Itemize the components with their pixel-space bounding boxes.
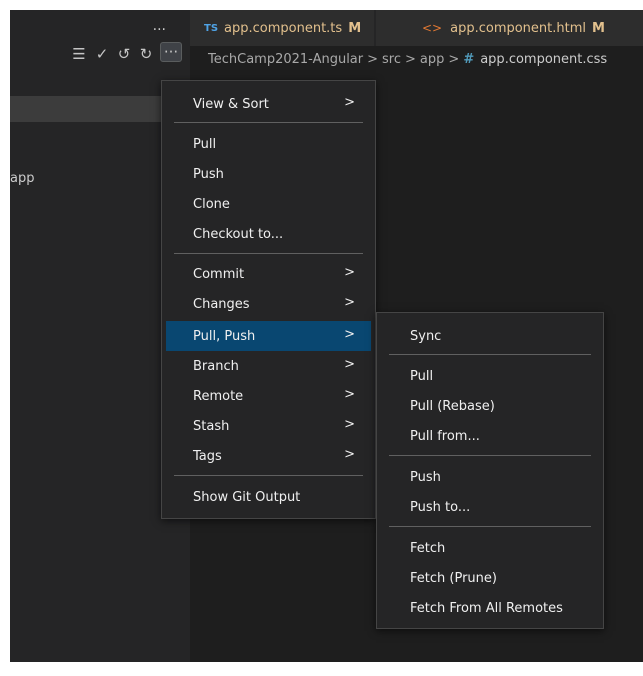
- chevron-right-icon: >: [344, 265, 355, 280]
- tab-app-component-ts[interactable]: TS app.component.ts M: [190, 10, 374, 46]
- menu-item-label: Checkout to...: [193, 226, 284, 242]
- menu-item-pull-push[interactable]: Pull, Push >: [166, 321, 371, 351]
- menu-item-push[interactable]: Push: [166, 159, 371, 189]
- menu-item-label: Pull from...: [410, 428, 480, 444]
- submenu-item-fetch-prune[interactable]: Fetch (Prune): [381, 563, 599, 593]
- submenu-item-pull-rebase[interactable]: Pull (Rebase): [381, 391, 599, 421]
- menu-item-label: Branch: [193, 358, 239, 374]
- chevron-right-icon: >: [344, 295, 355, 310]
- tab-label: app.component.ts: [224, 20, 343, 36]
- menu-item-label: Changes: [193, 296, 250, 312]
- source-control-toolbar: ☰ ✓ ↺ ↻ ···: [10, 42, 190, 66]
- menu-item-label: Remote: [193, 388, 244, 404]
- menu-item-label: Tags: [193, 448, 222, 464]
- submenu-item-push[interactable]: Push: [381, 462, 599, 492]
- menu-item-show-git-output[interactable]: Show Git Output: [166, 482, 371, 512]
- refresh-icon[interactable]: ↻: [137, 44, 155, 64]
- menu-item-pull[interactable]: Pull: [166, 129, 371, 159]
- menu-item-checkout[interactable]: Checkout to...: [166, 219, 371, 249]
- menu-item-label: Clone: [193, 196, 230, 212]
- window-frame-top: [0, 0, 643, 10]
- tab-app-component-html[interactable]: <> app.component.html M: [376, 10, 643, 46]
- submenu-item-sync[interactable]: Sync: [381, 321, 599, 351]
- chevron-right-icon: >: [344, 327, 355, 342]
- typescript-icon: TS: [204, 22, 219, 34]
- menu-item-branch[interactable]: Branch >: [166, 351, 371, 381]
- menu-item-label: Show Git Output: [193, 489, 301, 505]
- sidebar-more-icon[interactable]: ···: [153, 22, 166, 38]
- menu-item-commit[interactable]: Commit >: [166, 259, 371, 289]
- breadcrumb-separator: >: [367, 51, 379, 67]
- menu-item-label: Fetch (Prune): [410, 570, 497, 586]
- modified-indicator: M: [348, 20, 362, 36]
- pull-push-submenu: Sync Pull Pull (Rebase) Pull from... Pus…: [376, 312, 604, 629]
- menu-separator: [174, 475, 363, 476]
- tree-view-icon[interactable]: ☰: [70, 44, 88, 64]
- menu-item-label: Push: [193, 166, 224, 182]
- submenu-item-fetch[interactable]: Fetch: [381, 533, 599, 563]
- sidebar-header: ···: [10, 10, 190, 42]
- breadcrumb-app[interactable]: app: [420, 52, 444, 67]
- breadcrumb-src[interactable]: src: [382, 52, 401, 67]
- repository-label: app: [10, 171, 35, 186]
- chevron-right-icon: >: [344, 357, 355, 372]
- submenu-item-fetch-all-remotes[interactable]: Fetch From All Remotes: [381, 593, 599, 623]
- menu-item-label: Pull (Rebase): [410, 398, 495, 414]
- menu-item-label: Commit: [193, 266, 245, 282]
- breadcrumb-separator: >: [448, 51, 460, 67]
- menu-separator: [389, 526, 591, 527]
- menu-item-label: Fetch From All Remotes: [410, 600, 563, 616]
- menu-item-label: Stash: [193, 418, 230, 434]
- more-actions-menu: View & Sort > Pull Push Clone Checkout t…: [161, 80, 376, 519]
- tab-label: app.component.html: [450, 20, 586, 36]
- window-frame-bottom: [0, 662, 643, 676]
- menu-item-label: Push: [410, 469, 441, 485]
- modified-indicator: M: [592, 20, 605, 36]
- breadcrumb-file[interactable]: app.component.css: [480, 52, 607, 67]
- menu-separator: [174, 253, 363, 254]
- menu-item-label: View & Sort: [193, 96, 269, 112]
- css-file-icon: #: [463, 51, 475, 67]
- chevron-right-icon: >: [344, 95, 355, 110]
- menu-item-label: Push to...: [410, 499, 471, 515]
- check-icon[interactable]: ✓: [93, 44, 111, 64]
- submenu-item-push-to[interactable]: Push to...: [381, 492, 599, 522]
- breadcrumb-project[interactable]: TechCamp2021-Angular: [208, 52, 363, 67]
- menu-separator: [389, 354, 591, 355]
- menu-separator: [389, 455, 591, 456]
- more-actions-icon[interactable]: ···: [160, 42, 182, 62]
- chevron-right-icon: >: [344, 447, 355, 462]
- html-icon: <>: [422, 21, 443, 35]
- menu-item-label: Sync: [410, 328, 442, 344]
- menu-item-view-sort[interactable]: View & Sort >: [166, 89, 371, 119]
- menu-item-tags[interactable]: Tags >: [166, 441, 371, 471]
- menu-item-stash[interactable]: Stash >: [166, 411, 371, 441]
- menu-item-changes[interactable]: Changes >: [166, 289, 371, 319]
- menu-item-clone[interactable]: Clone: [166, 189, 371, 219]
- menu-item-remote[interactable]: Remote >: [166, 381, 371, 411]
- chevron-right-icon: >: [344, 387, 355, 402]
- menu-item-label: Pull: [193, 136, 217, 152]
- breadcrumb-separator: >: [405, 51, 416, 67]
- menu-item-label: Pull, Push: [193, 328, 256, 344]
- history-icon[interactable]: ↺: [115, 44, 133, 64]
- editor-tab-bar: TS app.component.ts M <> app.component.h…: [190, 10, 643, 46]
- menu-separator: [174, 122, 363, 123]
- submenu-item-pull-from[interactable]: Pull from...: [381, 421, 599, 451]
- breadcrumb: TechCamp2021-Angular > src > app > # app…: [190, 46, 643, 72]
- menu-item-label: Pull: [410, 368, 434, 384]
- window-frame-left: [0, 0, 10, 676]
- chevron-right-icon: >: [344, 417, 355, 432]
- submenu-item-pull[interactable]: Pull: [381, 361, 599, 391]
- menu-item-label: Fetch: [410, 540, 446, 556]
